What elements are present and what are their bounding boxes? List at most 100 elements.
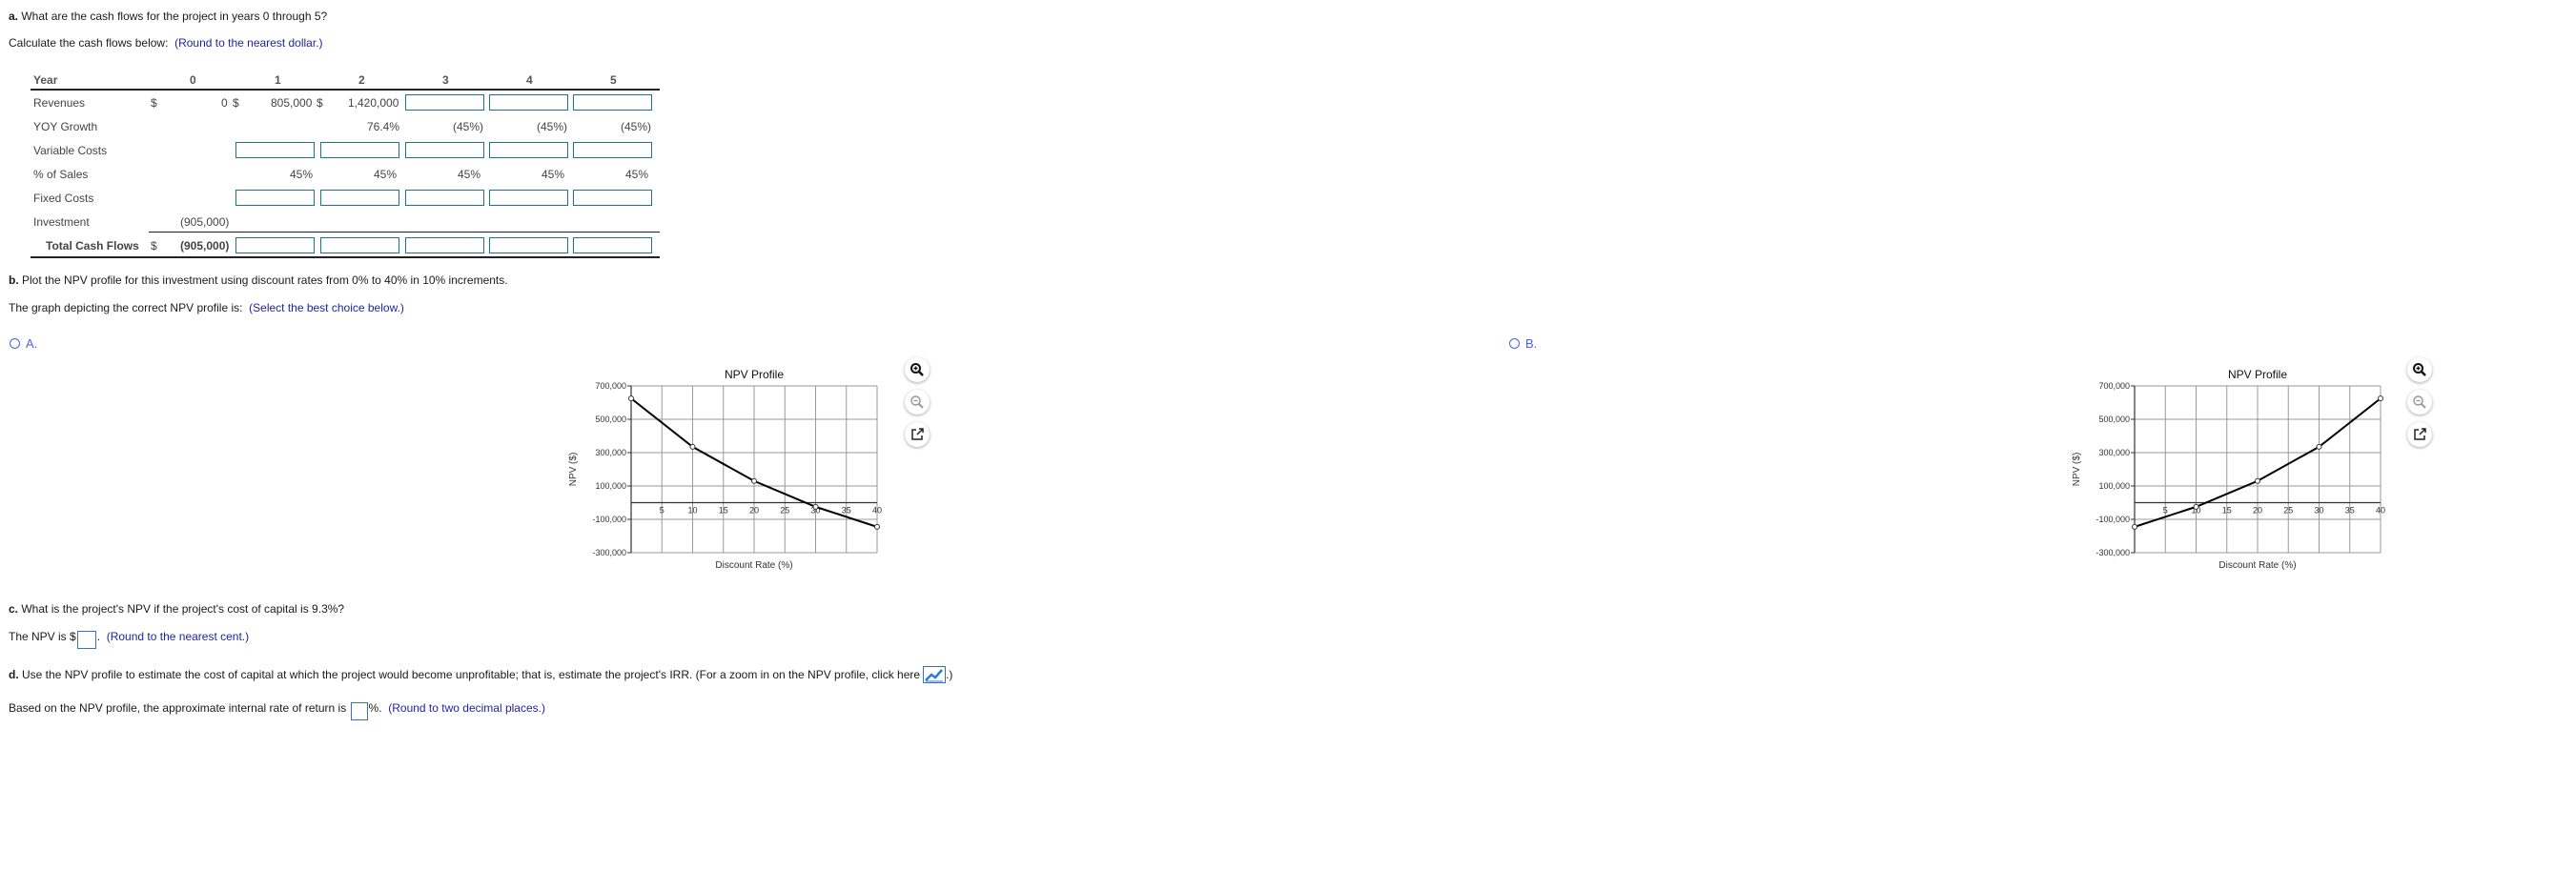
pct-of-sales-y4: 45% xyxy=(542,168,565,181)
revenues-label: Revenues xyxy=(33,96,86,110)
npv-data-point xyxy=(812,503,819,510)
total-cash-flows-y0: (905,000) xyxy=(180,239,230,253)
irr-answer-input[interactable] xyxy=(350,702,368,720)
part-c-letter: c. xyxy=(9,602,19,616)
zoom-in-icon xyxy=(910,363,924,376)
npv-answer-input[interactable] xyxy=(76,631,96,649)
npv-data-point xyxy=(2378,395,2383,402)
total-cash-flows-y5-input[interactable] xyxy=(573,237,652,253)
y-tick-label: 500,000 xyxy=(595,415,626,424)
total-cash-flows-y2-input[interactable] xyxy=(320,237,399,253)
npv-chart-a: NPV Profile 700,000 500,000 300,000 100,000 -… xyxy=(568,368,882,571)
pct-of-sales-y2: 45% xyxy=(374,168,398,181)
zoom-out-icon xyxy=(910,395,924,409)
revenues-y4-input[interactable] xyxy=(489,94,568,111)
part-d-letter: d. xyxy=(9,668,19,681)
y-tick-label: 700,000 xyxy=(2098,381,2130,391)
pct-of-sales-label: % of Sales xyxy=(33,168,89,181)
open-external-icon xyxy=(911,428,924,440)
revenues-y2: 1,420,000 xyxy=(348,96,399,110)
chart-b-open-external-button[interactable] xyxy=(2407,422,2432,447)
npv-zoom-link[interactable] xyxy=(923,666,947,683)
chart-b-zoom-in-button[interactable] xyxy=(2407,357,2432,382)
npv-data-point xyxy=(628,395,634,402)
table-row-total-cash-flows: Total Cash Flows $ (905,000) xyxy=(31,234,660,257)
part-d-hint: (Round to two decimal places.) xyxy=(388,701,545,715)
x-tick-label: 30 xyxy=(2314,506,2323,516)
table-row-variable-costs: Variable Costs xyxy=(31,139,660,162)
fixed-costs-label: Fixed Costs xyxy=(33,192,94,205)
investment-y0: (905,000) xyxy=(180,215,230,229)
total-cash-flows-label: Total Cash Flows xyxy=(46,239,139,253)
x-tick-label: 10 xyxy=(687,506,697,516)
total-cash-flows-currency: $ xyxy=(151,239,157,253)
x-tick-label: 5 xyxy=(2163,506,2168,516)
option-a[interactable]: A. xyxy=(10,336,37,351)
part-b-letter: b. xyxy=(9,273,19,287)
x-tick-label: 40 xyxy=(2376,506,2385,516)
part-b-instruction: The graph depicting the correct NPV prof… xyxy=(9,301,404,314)
option-b[interactable]: B. xyxy=(1509,336,1537,351)
npv-chart-b: NPV Profile 700,000 500,000 300,000 100,000 -… xyxy=(2072,368,2385,571)
fixed-costs-y3-input[interactable] xyxy=(405,190,484,206)
revenues-y1: 805,000 xyxy=(271,96,313,110)
table-row-fixed-costs: Fixed Costs xyxy=(31,187,660,210)
variable-costs-y1-input[interactable] xyxy=(235,142,315,158)
variable-costs-y4-input[interactable] xyxy=(489,142,568,158)
total-cash-flows-y3-input[interactable] xyxy=(405,237,484,253)
fixed-costs-y2-input[interactable] xyxy=(320,190,399,206)
part-a-letter: a. xyxy=(9,10,19,23)
table-row-investment: Investment (905,000) xyxy=(31,211,660,233)
y-tick-label: -100,000 xyxy=(592,515,626,524)
chart-b-zoom-out-button[interactable] xyxy=(2407,390,2432,415)
y-tick-label: -300,000 xyxy=(2096,548,2130,557)
pct-of-sales-y1: 45% xyxy=(290,168,314,181)
chart-a-zoom-out-button[interactable] xyxy=(905,390,930,415)
variable-costs-y5-input[interactable] xyxy=(573,142,652,158)
npv-data-point xyxy=(2193,503,2199,510)
variable-costs-y3-input[interactable] xyxy=(405,142,484,158)
x-axis-label: Discount Rate (%) xyxy=(2218,560,2296,571)
investment-label: Investment xyxy=(33,215,90,229)
x-tick-label: 25 xyxy=(780,506,789,516)
x-tick-label: 15 xyxy=(719,506,728,516)
total-cash-flows-y4-input[interactable] xyxy=(489,237,568,253)
pct-of-sales-y3: 45% xyxy=(458,168,481,181)
fixed-costs-y1-input[interactable] xyxy=(235,190,315,206)
total-cash-flows-y1-input[interactable] xyxy=(235,237,315,253)
part-b-hint: (Select the best choice below.) xyxy=(249,301,404,314)
zoom-out-icon xyxy=(2413,395,2426,409)
x-tick-label: 5 xyxy=(660,506,664,516)
fixed-costs-y4-input[interactable] xyxy=(489,190,568,206)
chart-title: NPV Profile xyxy=(725,368,784,381)
revenues-y3-input[interactable] xyxy=(405,94,484,111)
chart-a-open-external-button[interactable] xyxy=(905,422,930,447)
x-tick-label: 35 xyxy=(2345,506,2355,516)
revenues-y5-input[interactable] xyxy=(573,94,652,111)
part-c-hint: (Round to the nearest cent.) xyxy=(106,630,250,643)
y-tick-label: -300,000 xyxy=(592,548,626,557)
chart-a-zoom-in-button[interactable] xyxy=(905,357,930,382)
revenues-y1-dollar: $ xyxy=(317,96,323,110)
part-b-question: b. Plot the NPV profile for this investm… xyxy=(9,273,508,287)
npv-data-point xyxy=(689,443,696,450)
npv-data-point xyxy=(751,477,757,484)
option-b-radio[interactable] xyxy=(1509,338,1520,349)
yoy-growth-y5: (45%) xyxy=(621,120,652,133)
part-d-question: d. Use the NPV profile to estimate the c… xyxy=(9,666,953,683)
variable-costs-label: Variable Costs xyxy=(33,144,108,157)
variable-costs-y2-input[interactable] xyxy=(320,142,399,158)
fixed-costs-y5-input[interactable] xyxy=(573,190,652,206)
option-a-radio[interactable] xyxy=(10,338,20,349)
chart-title: NPV Profile xyxy=(2228,368,2287,381)
x-axis-label: Discount Rate (%) xyxy=(715,560,792,571)
part-a-instruction: Calculate the cash flows below: (Round t… xyxy=(9,36,323,50)
revenues-currency: $ xyxy=(151,96,157,110)
y-tick-label: 100,000 xyxy=(595,481,626,491)
x-tick-label: 35 xyxy=(842,506,851,516)
table-row-pct-of-sales: % of Sales 45% 45% 45% 45% 45% xyxy=(31,163,660,186)
yoy-growth-y3: (45%) xyxy=(453,120,484,133)
y-tick-label: 100,000 xyxy=(2098,481,2130,491)
x-tick-label: 20 xyxy=(2253,506,2262,516)
part-d-answer-line: Based on the NPV profile, the approximat… xyxy=(9,701,545,720)
